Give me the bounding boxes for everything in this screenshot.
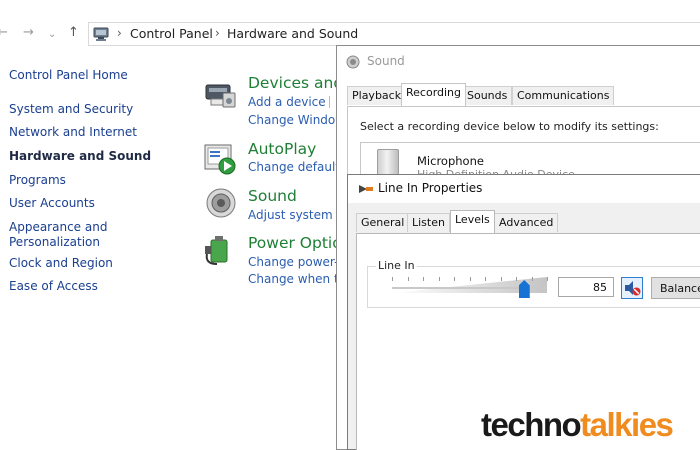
nav-system-and-security[interactable]: System and Security — [9, 102, 133, 117]
breadcrumb-separator-icon: › — [215, 26, 220, 40]
line-in-jack-icon — [359, 185, 373, 193]
nav-ease-of-access[interactable]: Ease of Access — [9, 279, 98, 294]
add-a-device-link[interactable]: Add a device — [248, 95, 326, 109]
nav-hardware-and-sound[interactable]: Hardware and Sound — [9, 149, 151, 164]
tab-levels[interactable]: Levels — [450, 210, 495, 233]
back-arrow-icon[interactable]: ← — [0, 24, 8, 42]
up-arrow-icon[interactable]: ↑ — [68, 24, 79, 42]
control-panel-icon — [93, 27, 109, 41]
line-in-group-label: Line In — [376, 259, 417, 272]
change-when-link[interactable]: Change when th — [248, 272, 346, 286]
slider-tick — [516, 277, 517, 281]
nav-personalization[interactable]: Personalization — [9, 235, 100, 250]
watermark-techno: techno — [481, 406, 582, 443]
mute-button[interactable] — [621, 277, 643, 299]
slider-tick — [531, 277, 533, 281]
line-in-level-group: Line In 85 Balance — [367, 259, 700, 308]
tab-advanced[interactable]: Advanced — [494, 213, 559, 232]
nav-network-and-internet[interactable]: Network and Internet — [9, 125, 137, 140]
slider-tick — [423, 277, 424, 281]
forward-arrow-icon[interactable]: → — [23, 24, 34, 42]
tab-recording[interactable]: Recording — [401, 83, 467, 106]
power-options-icon — [205, 236, 228, 265]
navigation-bar: ← → ⌄ ↑ › Control Panel › Hardware and S… — [0, 22, 700, 46]
autoplay-title[interactable]: AutoPlay — [248, 140, 316, 158]
tab-sounds[interactable]: Sounds — [462, 86, 513, 105]
tab-listen[interactable]: Listen — [407, 213, 450, 232]
change-windows-link[interactable]: Change Window — [248, 113, 345, 127]
balance-button[interactable]: Balance — [651, 277, 700, 299]
devices-and-printers-title[interactable]: Devices and — [248, 74, 343, 92]
nav-clock-and-region[interactable]: Clock and Region — [9, 256, 113, 271]
recording-instruction: Select a recording device below to modif… — [360, 120, 659, 133]
breadcrumb-hardware-and-sound[interactable]: Hardware and Sound — [227, 26, 358, 41]
change-power-settings-link[interactable]: Change power-s — [248, 255, 345, 269]
line-in-dialog-title: Line In Properties — [378, 181, 483, 195]
line-in-titlebar[interactable]: Line In Properties — [348, 175, 700, 203]
speaker-icon — [206, 188, 236, 218]
tab-playback[interactable]: Playback — [347, 86, 407, 105]
breadcrumb-separator-icon: › — [117, 26, 122, 40]
change-default-link[interactable]: Change default — [248, 160, 340, 174]
level-value-input[interactable]: 85 — [558, 277, 614, 297]
recent-locations-chevron-icon[interactable]: ⌄ — [48, 26, 56, 44]
speaker-muted-icon — [625, 281, 641, 296]
nav-user-accounts[interactable]: User Accounts — [9, 196, 95, 211]
sound-title[interactable]: Sound — [248, 187, 297, 205]
autoplay-icon — [204, 144, 236, 175]
slider-tick — [454, 277, 455, 281]
technotalkies-watermark: technotalkies — [481, 405, 674, 445]
screenshot-root: ← → ⌄ ↑ › Control Panel › Hardware and S… — [0, 0, 700, 450]
tab-communications[interactable]: Communications — [512, 86, 615, 105]
slider-tick — [485, 277, 486, 281]
nav-appearance-and[interactable]: Appearance and — [9, 220, 107, 235]
watermark-talkies: talkies — [580, 406, 674, 443]
sound-dialog-title: Sound — [367, 54, 405, 68]
tab-general[interactable]: General — [356, 213, 410, 232]
slider-tick — [500, 277, 502, 281]
device-name[interactable]: Microphone — [417, 154, 484, 168]
nav-control-panel-home[interactable]: Control Panel Home — [9, 68, 128, 83]
nav-programs[interactable]: Programs — [9, 173, 66, 188]
address-bar[interactable]: › Control Panel › Hardware and Sound — [88, 22, 700, 46]
breadcrumb-control-panel[interactable]: Control Panel — [130, 26, 213, 41]
link-divider — [329, 96, 330, 108]
power-options-title[interactable]: Power Optio — [248, 234, 342, 252]
sound-window-icon — [346, 55, 360, 69]
slider-tick — [392, 277, 393, 281]
slider-tick — [547, 277, 548, 281]
devices-and-printers-icon — [205, 84, 236, 108]
slider-tick — [469, 277, 471, 281]
slider-tick — [438, 277, 440, 281]
slider-tick — [407, 277, 409, 281]
